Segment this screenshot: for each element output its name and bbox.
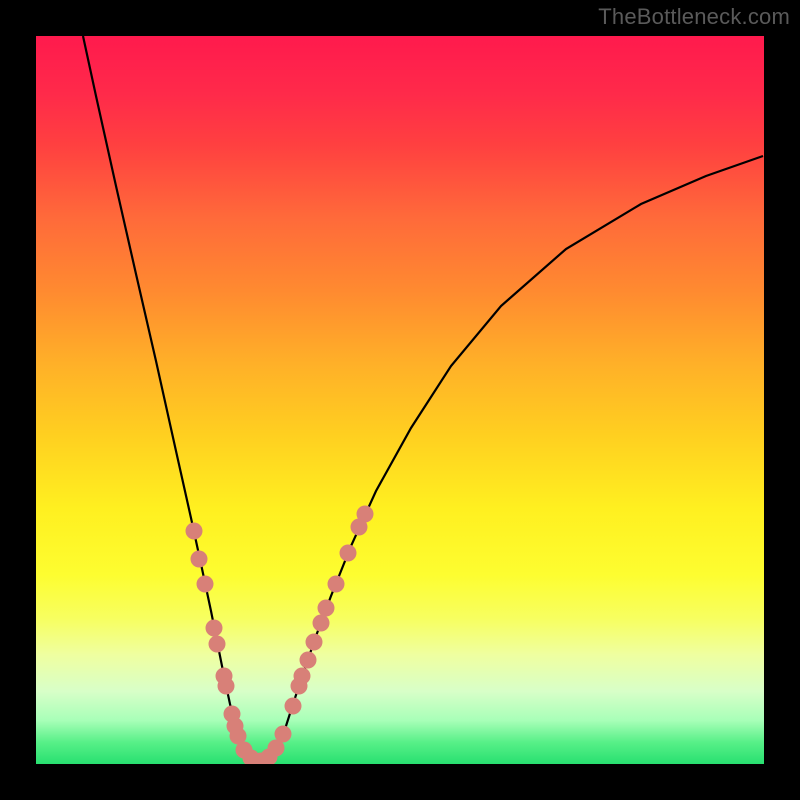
data-dot (294, 668, 311, 685)
data-dot (300, 652, 317, 669)
data-dot (306, 634, 323, 651)
data-dot (285, 698, 302, 715)
data-dot (357, 506, 374, 523)
data-dot (206, 620, 223, 637)
data-dot (186, 523, 203, 540)
data-dot (197, 576, 214, 593)
data-dot (191, 551, 208, 568)
data-dot (313, 615, 330, 632)
chart-area (36, 36, 764, 764)
data-dot (328, 576, 345, 593)
data-dot (218, 678, 235, 695)
data-dot (318, 600, 335, 617)
data-dot (340, 545, 357, 562)
watermark-text: TheBottleneck.com (598, 4, 790, 30)
data-dots (186, 506, 374, 765)
data-dot (275, 726, 292, 743)
curve-left-branch (83, 36, 261, 762)
curve-right-branch (261, 156, 763, 762)
data-dot (209, 636, 226, 653)
chart-svg (36, 36, 764, 764)
